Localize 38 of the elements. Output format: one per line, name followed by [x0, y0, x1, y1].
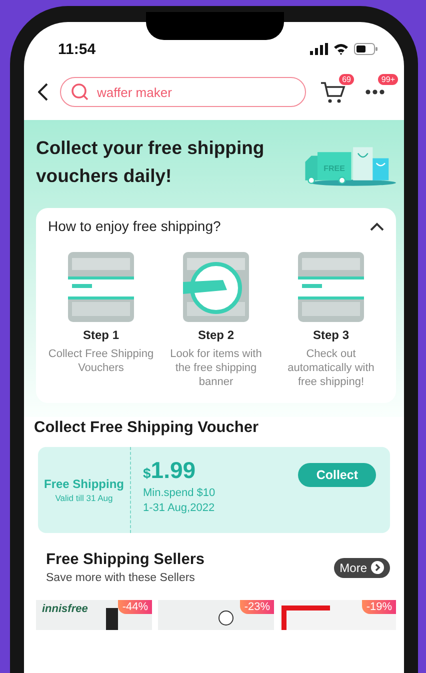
step-description: Check out automatically with free shipping!: [286, 347, 376, 389]
step-title: Step 1: [82, 328, 119, 342]
section-title: Collect Free Shipping Voucher: [34, 419, 260, 437]
voucher-label: Free Shipping: [44, 477, 124, 491]
step-description: Look for items with the free shipping banner: [169, 347, 263, 389]
section-subtitle: Save more with these Sellers: [46, 572, 196, 584]
min-spend: Min.spend $10: [143, 487, 216, 499]
seller-card[interactable]: innisfree -44%: [36, 600, 152, 630]
battery-icon: [354, 43, 378, 55]
voucher-amount: 1.99: [150, 457, 196, 483]
back-icon[interactable]: [38, 83, 48, 101]
discount-badge: -23%: [240, 600, 274, 614]
collect-button[interactable]: Collect: [298, 463, 376, 487]
search-value: waffer maker: [97, 84, 172, 100]
discount-badge: -44%: [118, 600, 152, 614]
discount-badge: -19%: [362, 600, 396, 614]
search-field[interactable]: waffer maker: [60, 77, 306, 107]
seller-card[interactable]: -23%: [158, 600, 274, 630]
more-badge: 99+: [378, 74, 398, 85]
step-title: Step 2: [198, 328, 234, 342]
voucher-dates: 1-31 Aug,2022: [143, 502, 216, 514]
signal-icon: [310, 43, 328, 55]
step-description: Collect Free Shipping Vouchers: [48, 347, 154, 375]
cart-badge: 69: [339, 74, 354, 85]
search-icon: [71, 83, 89, 101]
how-to-title: How to enjoy free shipping?: [48, 218, 221, 234]
seller-card[interactable]: -19%: [280, 600, 396, 630]
brand-name: innisfree: [42, 603, 88, 615]
currency-symbol: $: [143, 465, 151, 481]
step-title: Step 3: [312, 328, 349, 342]
section-title: Free Shipping Sellers: [46, 551, 204, 569]
more-icon[interactable]: [365, 89, 385, 95]
more-button[interactable]: More: [334, 558, 390, 578]
wifi-icon: [333, 43, 349, 55]
status-time: 11:54: [58, 40, 96, 58]
banner-title: Collect your free shipping vouchers daily!: [36, 136, 266, 188]
chevron-icon[interactable]: [370, 222, 384, 230]
voucher-validity: Valid till 31 Aug: [55, 493, 113, 503]
